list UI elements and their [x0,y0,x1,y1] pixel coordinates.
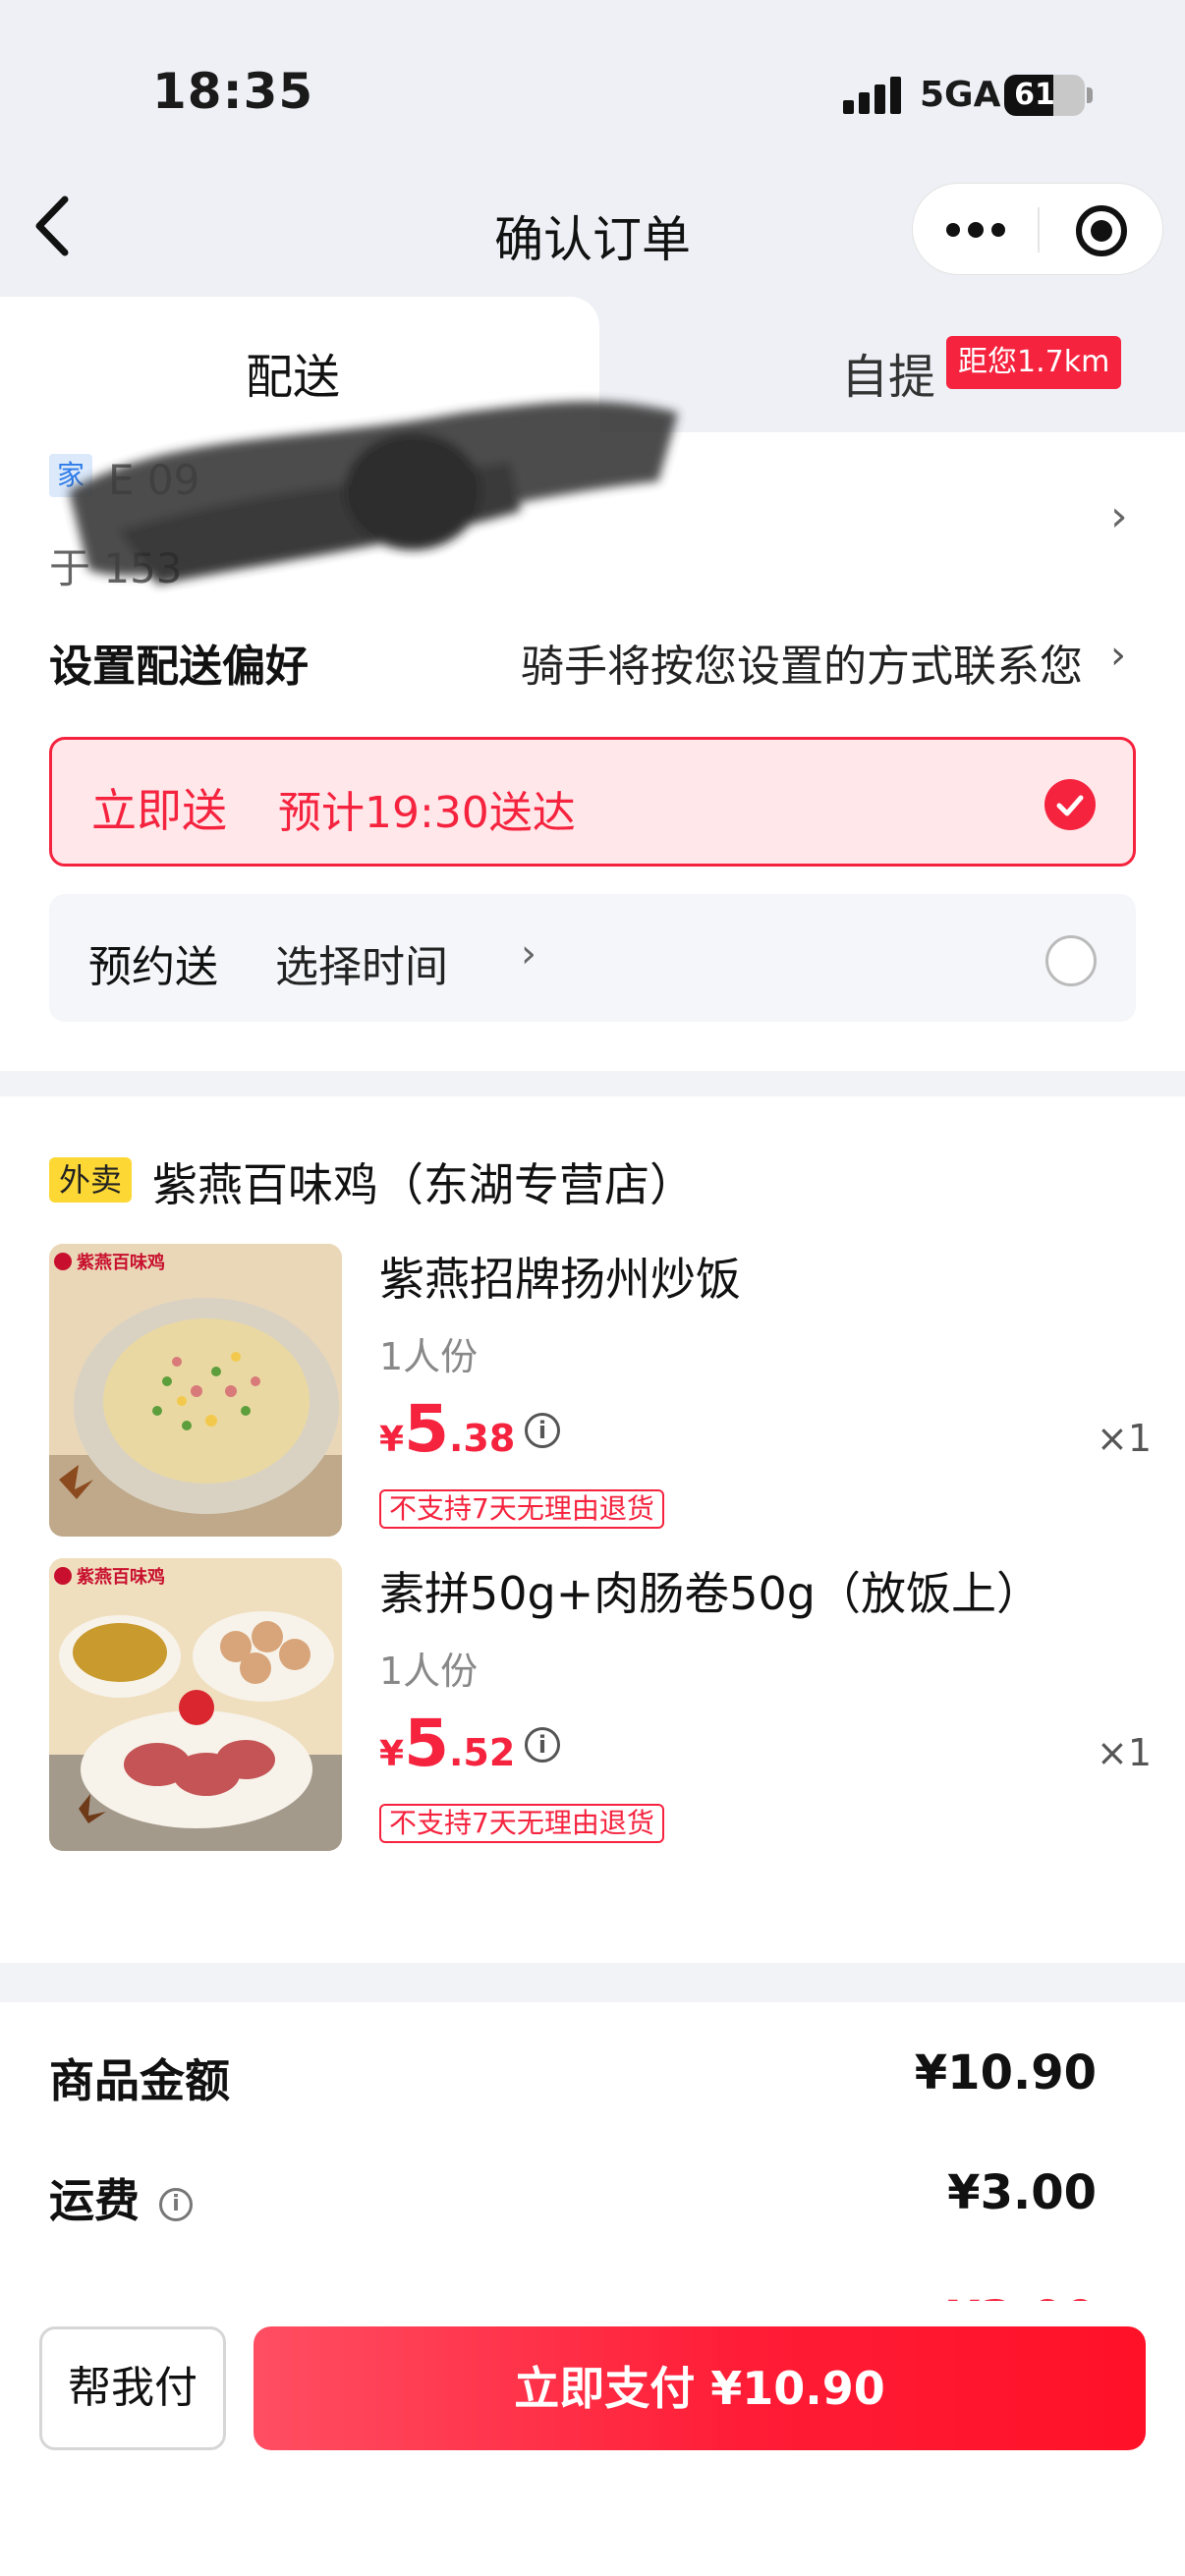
no-return-badge: 不支持7天无理由退货 [379,1489,664,1529]
shipping-info-icon[interactable]: i [159,2187,193,2221]
product-price: ¥5.52 [379,1706,516,1781]
unchecked-icon[interactable] [1045,935,1097,986]
section-divider [0,1963,1185,2002]
goods-amount-value: ¥10.90 [914,2045,1097,2100]
schedule-chevron-icon: › [521,931,536,977]
schedule-label: 预约送 [88,942,218,992]
preference-chevron-icon[interactable]: › [1110,633,1126,678]
close-target-icon[interactable] [1076,205,1127,256]
brand-logo-text: 紫燕百味鸡 [77,1252,165,1273]
store-badge: 外卖 [49,1157,133,1203]
mini-program-capsule [912,183,1163,275]
brand-logo-text: 紫燕百味鸡 [77,1566,165,1588]
product-price: ¥5.38 [379,1391,516,1467]
status-time: 18:35 [152,63,314,120]
no-return-badge: 不支持7天无理由退货 [379,1804,664,1843]
product-name: 素拼50g+肉肠卷50g（放饭上） [379,1567,1043,1620]
pay-now-button[interactable]: 立即支付 ¥10.90 [254,2326,1146,2450]
deliver-now-eta: 预计19:30送达 [278,788,576,838]
battery-level: 61 [1014,78,1055,112]
price-info-icon[interactable]: i [525,1727,560,1763]
deliver-now-label: 立即送 [91,784,227,837]
product-item[interactable]: 紫燕百味鸡 紫燕招牌扬州炒饭 1人份 ¥5.38 i ×1 不支持7天无理由退货 [49,1244,1152,1539]
price-info-icon[interactable]: i [525,1413,560,1448]
capsule-divider [1038,207,1040,252]
product-name: 紫燕招牌扬州炒饭 [379,1253,741,1306]
tab-pickup[interactable]: 自提 [841,338,935,407]
address-chevron-icon[interactable]: › [1110,491,1128,541]
product-portion: 1人份 [379,1650,479,1693]
product-quantity: ×1 [1097,1417,1153,1460]
shipping-label: 运费 [49,2174,140,2227]
summary-goods-row: 商品金额 ¥10.90 [49,2045,1097,2107]
shipping-value: ¥3.00 [947,2165,1097,2220]
store-name[interactable]: 紫燕百味鸡（东湖专营店） [152,1149,695,1214]
preference-value[interactable]: 骑手将按您设置的方式联系您 [521,631,1083,694]
bottom-action-bar: 帮我付 立即支付 ¥10.90 [0,2301,1185,2576]
help-pay-button[interactable]: 帮我付 [39,2326,226,2450]
checked-icon [1044,779,1096,830]
schedule-pick-time[interactable]: 选择时间 [275,931,448,994]
goods-amount-label: 商品金额 [49,2054,230,2107]
preference-label: 设置配送偏好 [49,642,309,692]
option-schedule[interactable]: 预约送 选择时间 › [49,894,1136,1022]
signal-icon [843,77,902,114]
more-icon[interactable] [946,222,1005,239]
redaction-scribble [69,401,678,585]
network-label: 5GA [920,75,1001,115]
product-item[interactable]: 紫燕百味鸡 素拼50g+肉肠卷50g（放饭上） 1人份 ¥5.52 i ×1 不… [49,1558,1152,1853]
product-quantity: ×1 [1097,1731,1153,1774]
distance-badge: 距您1.7km [946,336,1122,389]
battery-tip [1087,87,1093,103]
battery-icon: 61 [1004,75,1085,116]
product-portion: 1人份 [379,1335,479,1378]
option-deliver-now[interactable]: 立即送 预计19:30送达 [49,737,1136,867]
product-image: 紫燕百味鸡 [49,1558,342,1851]
section-divider [0,1071,1185,1096]
product-image: 紫燕百味鸡 [49,1244,342,1537]
summary-shipping-row: 运费 i ¥3.00 [49,2165,1097,2227]
